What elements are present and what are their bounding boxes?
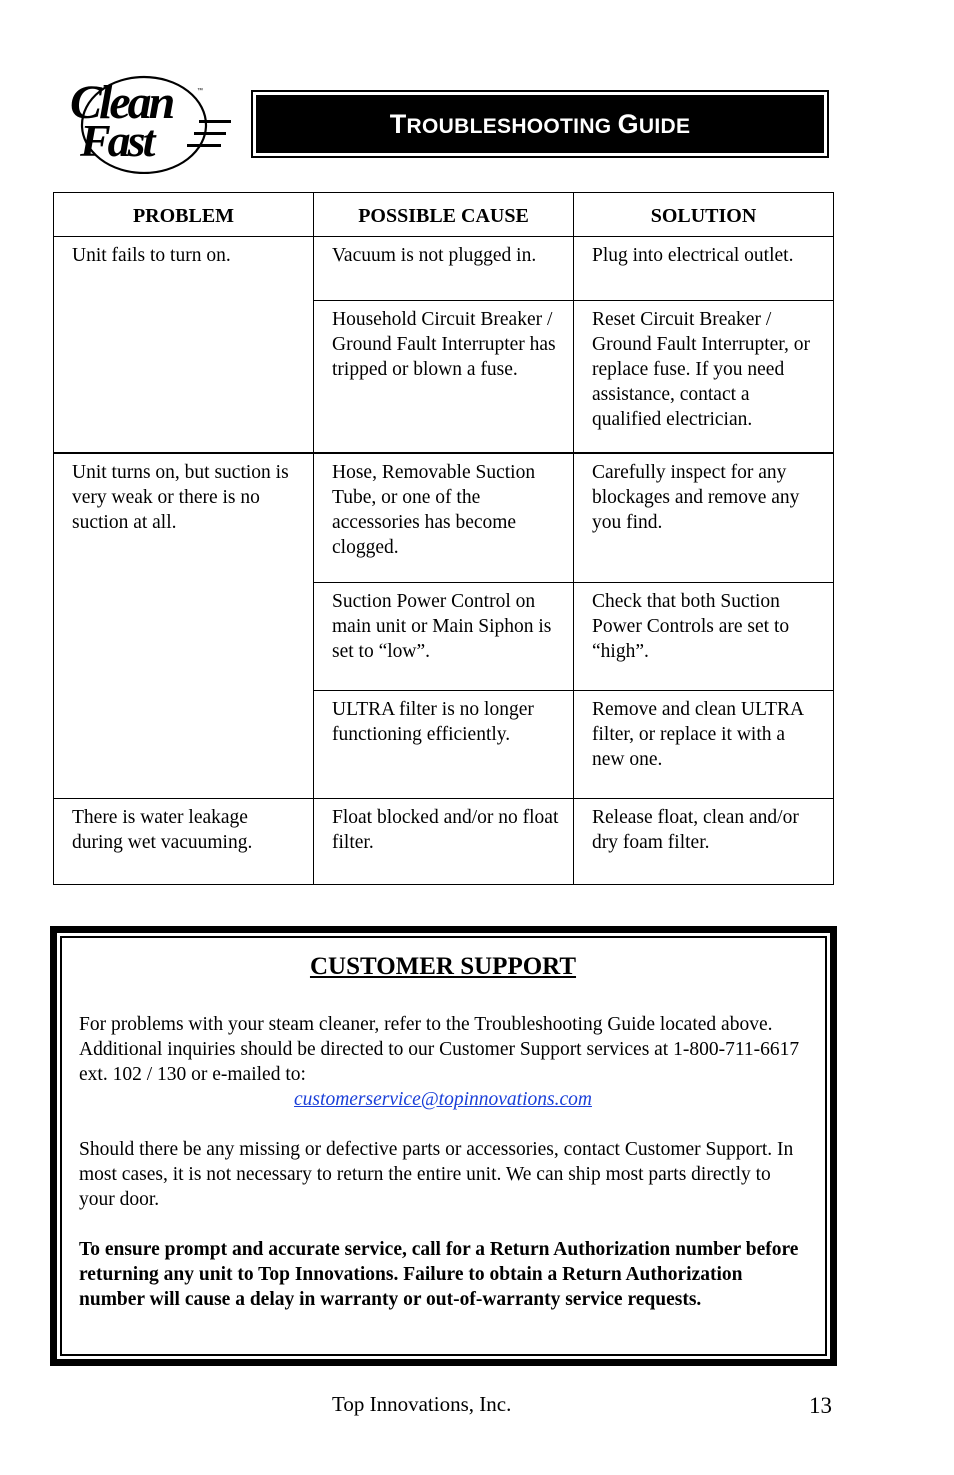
cause-cell: Float blocked and/or no float filter.	[313, 798, 574, 885]
logo-fast-text: Fast	[79, 115, 157, 166]
clean-fast-logo: Clean ™ Fast	[70, 75, 231, 174]
problem-cell: Unit fails to turn on.	[53, 236, 314, 453]
support-paragraph-text: For problems with your steam cleaner, re…	[79, 1014, 800, 1085]
support-paragraph-return-authorization: To ensure prompt and accurate service, c…	[79, 1239, 799, 1310]
solution-cell: Plug into electrical outlet.	[573, 236, 834, 301]
table-row: There is water leakage during wet vacuum…	[53, 798, 834, 885]
page-title-inner: Troubleshooting Guide	[256, 95, 824, 153]
page-title: Troubleshooting Guide	[390, 109, 691, 140]
cause-cell: ULTRA filter is no longer functioning ef…	[313, 690, 574, 799]
problem-cell: Unit turns on, but suction is very weak …	[53, 451, 314, 799]
solution-cell: Carefully inspect for any blockages and …	[573, 451, 834, 583]
logo-line-icon	[194, 132, 226, 135]
solution-cell: Reset Circuit Breaker / Ground Fault Int…	[573, 300, 834, 453]
customer-support-frame: CUSTOMER SUPPORT For problems with your …	[57, 933, 830, 1359]
solution-cell: Check that both Suction Power Controls a…	[573, 582, 834, 691]
table-row: Unit turns on, but suction is very weak …	[53, 451, 834, 799]
header-solution: SOLUTION	[573, 192, 834, 237]
table-header-row: PROBLEM POSSIBLE CAUSE SOLUTION	[53, 192, 834, 237]
title-rest-2: uide	[638, 114, 691, 138]
cause-cell: Household Circuit Breaker / Ground Fault…	[313, 300, 574, 453]
troubleshooting-table: PROBLEM POSSIBLE CAUSE SOLUTION Unit fai…	[53, 192, 834, 885]
header-possible-cause: POSSIBLE CAUSE	[313, 192, 574, 237]
cause-cell: Suction Power Control on main unit or Ma…	[313, 582, 574, 691]
customer-support-box: CUSTOMER SUPPORT For problems with your …	[50, 926, 837, 1366]
title-rest-1: roubleshooting	[406, 114, 612, 138]
solution-cell: Remove and clean ULTRA filter, or replac…	[573, 690, 834, 799]
title-cap-g: G	[617, 108, 639, 139]
title-cap-t: T	[389, 108, 407, 139]
cause-cell: Vacuum is not plugged in.	[313, 236, 574, 301]
support-paragraph-parts: Should there be any missing or defective…	[79, 1139, 794, 1210]
cause-cell: Hose, Removable Suction Tube, or one of …	[313, 451, 574, 583]
page-number: 13	[809, 1393, 832, 1418]
customer-support-title: CUSTOMER SUPPORT	[309, 953, 577, 980]
support-email-link[interactable]: customerservice@topinnovations.com	[79, 1087, 807, 1112]
problem-cell: There is water leakage during wet vacuum…	[53, 798, 314, 885]
logo-line-icon	[199, 120, 231, 123]
page-title-banner: Troubleshooting Guide	[251, 90, 829, 158]
solution-cell: Release float, clean and/or dry foam fil…	[573, 798, 834, 885]
support-paragraph-contact: For problems with your steam cleaner, re…	[79, 1012, 807, 1112]
header-problem: PROBLEM	[53, 192, 314, 237]
table-row: Unit fails to turn on. Vacuum is not plu…	[53, 236, 834, 453]
customer-support-content: CUSTOMER SUPPORT For problems with your …	[60, 936, 827, 1356]
logo-trademark: ™	[197, 87, 203, 94]
logo-line-icon	[187, 144, 221, 147]
footer-company: Top Innovations, Inc.	[332, 1392, 512, 1416]
